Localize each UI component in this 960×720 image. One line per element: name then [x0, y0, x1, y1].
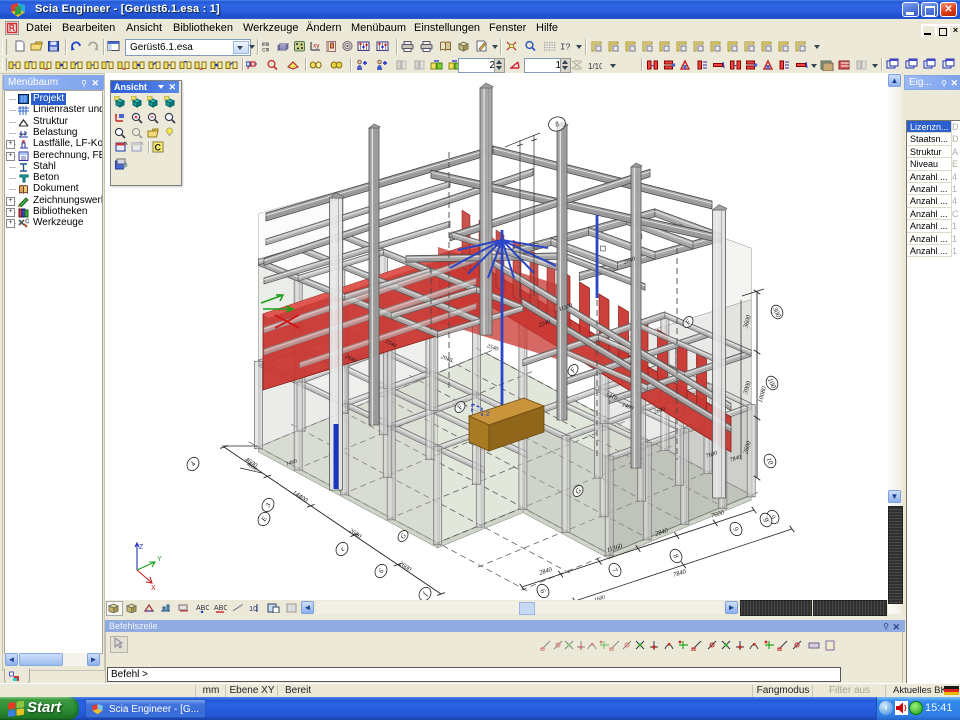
svg-text:cm: cm	[262, 47, 270, 53]
svg-text:10: 10	[249, 604, 257, 613]
svg-text:1/10: 1/10	[588, 62, 602, 71]
svg-text:2040: 2040	[440, 353, 453, 364]
svg-text:C: C	[155, 143, 162, 153]
svg-text:Y: Y	[157, 556, 162, 563]
svg-text:7840: 7840	[672, 568, 687, 579]
svg-text:xy: xy	[313, 43, 320, 50]
svg-text:2: 2	[486, 411, 490, 418]
svg-text:Z: Z	[139, 544, 144, 551]
svg-text:2600: 2600	[347, 527, 362, 541]
svg-text:I?: I?	[560, 43, 571, 53]
svg-text:2540: 2540	[486, 342, 499, 353]
svg-text:ABC: ABC	[214, 605, 227, 612]
svg-text:2840: 2840	[538, 566, 553, 577]
svg-text:2600: 2600	[397, 560, 412, 574]
svg-text:10080: 10080	[757, 385, 768, 403]
svg-text:X: X	[151, 585, 156, 592]
